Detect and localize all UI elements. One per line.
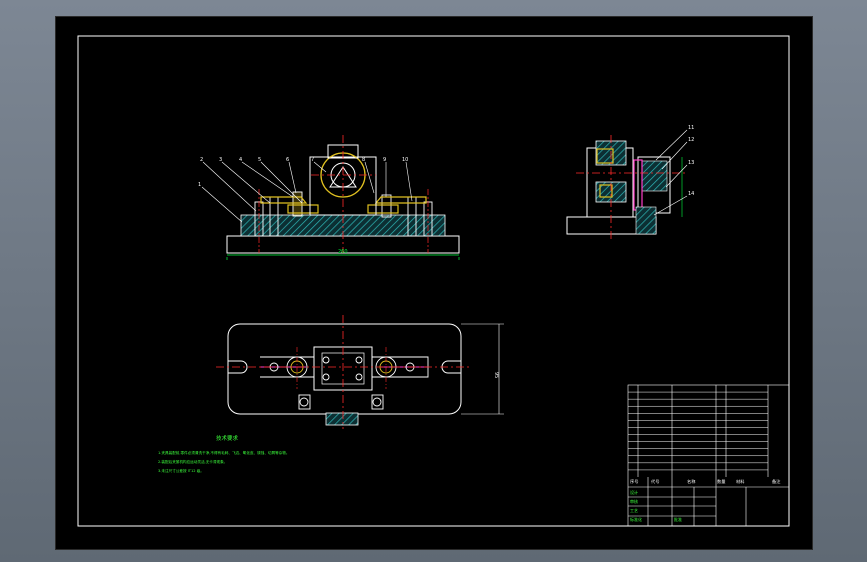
technical-notes: 技术要求 1.夹具装配前,零件必须清洗干净,不得有毛刺、飞边、氧化皮、锈蚀、切屑…	[158, 434, 290, 473]
tb-header-remark: 备注	[772, 478, 781, 485]
plan-height-dim-text: 95	[493, 372, 499, 378]
title-block-rows	[628, 391, 768, 471]
tb-label-process: 工艺	[630, 508, 638, 513]
front-width-dimension	[226, 254, 460, 260]
tech-notes-title: 技术要求	[216, 434, 239, 442]
front-balloon-1: 2	[200, 157, 203, 163]
plan-height-dimension	[461, 323, 504, 415]
front-balloon-10: 1	[198, 182, 201, 188]
tb-header-code: 代号	[651, 478, 659, 485]
tb-header-no: 序号	[630, 478, 638, 485]
front-clamp-arms	[260, 196, 427, 214]
tech-notes-line-2: 2.装配后夹紧机构应运动灵活,无卡滞现象。	[158, 459, 227, 464]
tb-label-standard: 标准化	[630, 516, 642, 522]
side-clamp-hatch	[641, 160, 668, 192]
side-balloon-14: 14	[688, 191, 694, 197]
side-lower-hatch	[635, 206, 657, 235]
front-balloon-9: 10	[402, 157, 408, 163]
tech-notes-line-3: 3.未注尺寸公差按 IT12 级。	[158, 468, 204, 473]
front-balloon-6: 7	[311, 157, 314, 163]
front-balloon-2: 3	[219, 157, 222, 163]
tb-header-qty: 数量	[717, 478, 725, 485]
plan-knurled-nut	[325, 412, 359, 426]
plan-view: 95	[216, 315, 504, 429]
front-balloon-7: 8	[362, 157, 365, 163]
tech-notes-line-1: 1.夹具装配前,零件必须清洗干净,不得有毛刺、飞边、氧化皮、锈蚀、切屑等杂物。	[158, 450, 290, 455]
cad-drawing-viewport[interactable]: 2 3 4 5 6 7 8 9 10 1 260 11 12 13 14 95 …	[55, 16, 813, 550]
plan-base-outline	[227, 323, 462, 415]
side-view: 11 12 13 14	[566, 125, 694, 239]
tb-header-name: 名称	[687, 478, 695, 485]
side-balloon-13: 13	[688, 160, 694, 166]
front-view: 2 3 4 5 6 7 8 9 10 1 260	[198, 135, 460, 260]
tb-header-material: 材料	[736, 478, 745, 485]
front-balloon-5: 6	[286, 157, 289, 163]
tb-label-approve: 批准	[674, 516, 682, 522]
tb-label-design: 设计	[630, 489, 638, 495]
side-balloon-11: 11	[688, 125, 694, 131]
side-balloon-12: 12	[688, 137, 694, 143]
front-balloon-8: 9	[383, 157, 386, 163]
tb-label-review: 审核	[630, 498, 638, 504]
front-balloon-4: 5	[258, 157, 261, 163]
front-width-dim-text: 260	[338, 249, 348, 255]
front-balloon-3: 4	[239, 157, 242, 163]
cad-drawing-canvas[interactable]: 2 3 4 5 6 7 8 9 10 1 260 11 12 13 14 95 …	[56, 17, 812, 549]
